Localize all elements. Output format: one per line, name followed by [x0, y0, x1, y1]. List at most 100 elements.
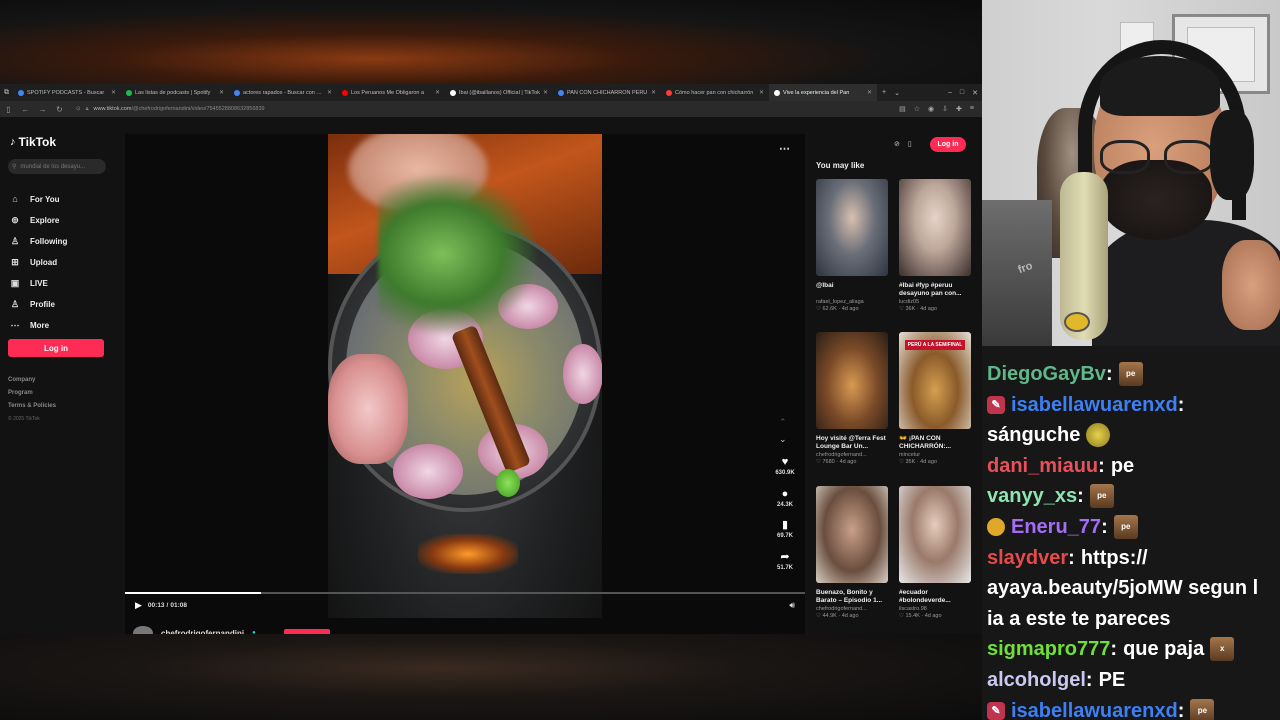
sidebar-item-explore[interactable]: ⊚ Explore [10, 215, 59, 226]
chat-username[interactable]: vanyy_xs [987, 484, 1077, 508]
chat-text: ayaya.beauty/5joMW segun l [987, 577, 1259, 600]
more-options-icon[interactable]: ⋯ [779, 142, 791, 155]
recommendation-card[interactable]: @Ibai rafael_lopez_aliaga ♡ 62.6K · 4d ago [816, 179, 890, 312]
site-info-icon[interactable]: ⊙ [76, 106, 81, 112]
recommendation-author[interactable]: ilscastro.98 [899, 606, 973, 612]
tab-close-icon[interactable]: ✕ [435, 89, 440, 96]
sidebar-item-profile[interactable]: ♙ Profile [10, 299, 55, 310]
chat-username[interactable]: slaydver [987, 546, 1068, 570]
chat-username[interactable]: isabellawuarenxd [1011, 393, 1178, 417]
tab-close-icon[interactable]: ✕ [867, 89, 872, 96]
author-name[interactable]: chefrodrigofernandini [161, 629, 244, 635]
chat-username[interactable]: dani_miauu [987, 454, 1098, 478]
footer-terms[interactable]: Terms & Policies [8, 403, 56, 409]
recommendation-title: @Ibai [816, 282, 834, 289]
play-icon[interactable]: ▶ [135, 600, 142, 611]
back-icon[interactable]: ← [17, 105, 34, 114]
bookmark-star-icon[interactable]: ☆ [914, 105, 920, 113]
new-tab-button[interactable]: + [878, 89, 890, 96]
recommendation-stats: ♡ 7680 · 4d ago [816, 459, 857, 465]
volume-icon[interactable]: 🔊︎ [789, 600, 795, 611]
recommendation-thumbnail[interactable] [816, 179, 888, 276]
browser-tab[interactable]: SPOTIFY PODCASTS - Buscar ✕ [13, 84, 121, 101]
tab-close-icon[interactable]: ✕ [327, 89, 332, 96]
recommendation-thumbnail[interactable] [816, 486, 888, 583]
browser-tab[interactable]: Las listas de podcasts | Spotify ✕ [121, 84, 229, 101]
chat-message: DiegoGayBv: pe [987, 362, 1143, 386]
sidebar-toggle-icon[interactable]: ▯ [0, 105, 17, 114]
chat-username[interactable]: sigmapro777 [987, 637, 1110, 661]
browser-tab[interactable]: actores rapados - Buscar con Google✕ [229, 84, 337, 101]
recommendation-thumbnail[interactable]: PERÚ A LA SEMIFINAL [899, 332, 971, 429]
tab-close-icon[interactable]: ✕ [111, 89, 116, 96]
sidebar-login-button[interactable]: Log in [8, 339, 104, 357]
sidebar-item-more[interactable]: ⋯ More [10, 320, 50, 331]
tab-favicon-icon [342, 89, 348, 96]
sidebar-item-upload[interactable]: ⊞ Upload [10, 257, 57, 268]
comment-button[interactable]: ● 24.3K [773, 488, 797, 508]
recommendation-author[interactable]: chefrodrigofernand... [816, 452, 890, 458]
device-icon[interactable]: ▯ [908, 140, 912, 148]
account-icon[interactable]: ◉ [928, 105, 934, 113]
sidebar-item-live[interactable]: ▣ LIVE [10, 278, 48, 289]
recommendation-card[interactable]: Buenazo, Bonito y Barato – Episodio 1...… [816, 486, 890, 619]
like-button[interactable]: ♥ 630.9K [773, 456, 797, 476]
browser-tab[interactable]: Ibai (@ibaillanos) Official | TikTok ✕ [445, 84, 553, 101]
footer-program[interactable]: Program [8, 390, 33, 396]
recommendation-author[interactable]: mincetur [899, 452, 973, 458]
recommendation-card[interactable]: PERÚ A LA SEMIFINAL 👐 ¡PAN CON CHICHARRÓN… [899, 332, 973, 465]
browser-tab[interactable]: PAN CON CHICHARRON PERU ✕ [553, 84, 661, 101]
time-total: 01:08 [170, 601, 187, 609]
video-frame[interactable] [328, 134, 602, 618]
browser-tab[interactable]: Los Peruanos Me Obligaron a ✕ [337, 84, 445, 101]
forward-icon[interactable]: → [34, 105, 51, 114]
recommendation-card[interactable]: Hoy visité @Terra Fest Lounge Bar Un... c… [816, 332, 890, 465]
author-avatar[interactable] [133, 626, 153, 634]
browser-tab[interactable]: Vive la experiencia del Pan ✕ [769, 84, 877, 101]
sidebar-item-for-you[interactable]: ⌂ For You [10, 194, 59, 204]
search-input[interactable]: ⚲ mundial de los desayu... [8, 159, 106, 174]
tab-actions-icon[interactable]: ⧉ [0, 89, 13, 97]
recommendation-stats: ♡ 44.9K · 4d ago [816, 613, 859, 619]
coins-icon[interactable]: ⊘ [894, 140, 900, 148]
recommendation-thumbnail[interactable] [816, 332, 888, 429]
recommendation-thumbnail[interactable] [899, 179, 971, 276]
download-icon[interactable]: ⇩ [942, 105, 948, 113]
extension-icon[interactable]: ✚ [956, 105, 962, 113]
menu-icon[interactable]: ≡ [970, 105, 974, 113]
tiktok-logo[interactable]: ♪ TikTok [10, 135, 56, 149]
minimize-button[interactable]: – [944, 89, 956, 96]
follow-button[interactable] [283, 629, 330, 634]
chat-username[interactable]: Eneru_77 [1011, 515, 1101, 539]
browser-tab[interactable]: Cómo hacer pan con chicharrón ✕ [661, 84, 769, 101]
next-video-icon[interactable]: ⌄ [779, 434, 787, 445]
header-login-button[interactable]: Log in [930, 137, 966, 152]
reload-icon[interactable]: ↻ [51, 105, 68, 114]
chat-username[interactable]: DiegoGayBv [987, 362, 1106, 386]
streamer-webcam: fro [982, 0, 1280, 346]
tab-close-icon[interactable]: ✕ [219, 89, 224, 96]
footer-company[interactable]: Company [8, 377, 35, 383]
tab-close-icon[interactable]: ✕ [759, 89, 764, 96]
tab-list-button[interactable]: ⌄ [890, 89, 904, 97]
recommendation-author[interactable]: rafael_lopez_aliaga [816, 299, 890, 305]
chat-username[interactable]: isabellawuarenxd [1011, 699, 1178, 720]
url-field[interactable]: ⊙ 🔒︎ www.tiktok.com/@chefrodrigofernandi… [76, 103, 756, 115]
recommendation-card[interactable]: #ecuador #bolondeverde... ilscastro.98 ♡ 1… [899, 486, 973, 619]
progress-bar[interactable] [125, 592, 805, 594]
chat-username[interactable]: alcoholgel [987, 668, 1086, 692]
tab-favicon-icon [450, 89, 456, 96]
recommendation-author[interactable]: lucdiz05 [899, 299, 973, 305]
save-button[interactable]: ▮ 69.7K [773, 519, 797, 539]
close-window-button[interactable]: ✕ [968, 89, 982, 97]
reader-icon[interactable]: ▤ [899, 105, 906, 113]
maximize-button[interactable]: □ [956, 89, 968, 96]
share-button[interactable]: ➦ 51.7K [773, 551, 797, 571]
sidebar-item-following[interactable]: ♙ Following [10, 236, 67, 247]
previous-video-icon[interactable]: ⌃ [779, 417, 787, 428]
recommendation-card[interactable]: #Ibai #fyp #peruu desayuno pan con... luc… [899, 179, 973, 312]
recommendation-author[interactable]: chefrodrigofernand... [816, 606, 890, 612]
tab-close-icon[interactable]: ✕ [651, 89, 656, 96]
tab-close-icon[interactable]: ✕ [543, 89, 548, 96]
recommendation-thumbnail[interactable] [899, 486, 971, 583]
